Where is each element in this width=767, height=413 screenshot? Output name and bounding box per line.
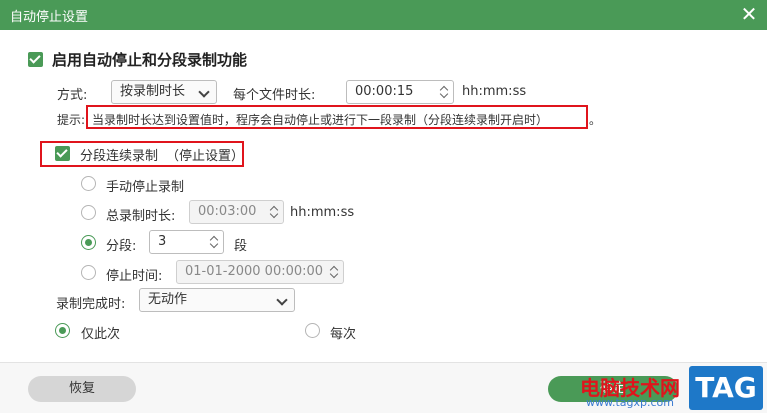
total-duration-value: 00:03:00 [198, 204, 257, 219]
file-duration-label: 每个文件时长: [233, 88, 316, 103]
segment-label: 分段连续录制 [80, 149, 159, 164]
on-complete-value: 无动作 [148, 292, 188, 307]
file-duration-unit: hh:mm:ss [462, 84, 527, 99]
window-title: 自动停止设置 [10, 10, 89, 25]
watermark-tag-logo: TAG [689, 366, 763, 410]
close-icon[interactable]: ✕ [739, 3, 759, 25]
hint-text: 当录制时长达到设置值时，程序会自动停止或进行下一段录制（分段连续录制开启时） [92, 113, 549, 127]
every-radio[interactable] [305, 323, 320, 338]
mode-select-value: 按录制时长 [120, 84, 186, 99]
stop-time-value: 01-01-2000 00:00:00 [185, 264, 324, 279]
segments-label: 分段: [106, 239, 137, 254]
watermark-url: www.tagxp.com [586, 396, 674, 409]
segments-input[interactable]: 3 [149, 230, 224, 254]
segments-unit: 段 [234, 239, 248, 254]
mode-select[interactable]: 按录制时长 [111, 80, 217, 104]
total-duration-radio[interactable] [81, 205, 96, 220]
total-duration-input[interactable]: 00:03:00 [189, 200, 284, 224]
reset-button[interactable]: 恢复 [28, 376, 136, 402]
stop-time-label: 停止时间: [106, 269, 163, 284]
title-bar: 自动停止设置 ✕ [0, 0, 767, 30]
segment-note: （停止设置） [166, 149, 245, 164]
once-radio[interactable] [55, 323, 70, 338]
file-duration-value: 00:00:15 [355, 84, 414, 99]
mode-label: 方式: [57, 88, 88, 103]
on-complete-label: 录制完成时: [56, 297, 126, 312]
file-duration-input[interactable]: 00:00:15 [346, 80, 454, 104]
once-label: 仅此次 [81, 327, 121, 342]
every-label: 每次 [330, 327, 357, 342]
enable-label: 启用自动停止和分段录制功能 [52, 51, 248, 69]
stop-time-radio[interactable] [81, 265, 96, 280]
chevron-down-icon [276, 294, 288, 306]
hint-suffix: 。 [589, 113, 602, 127]
segments-value: 3 [158, 234, 167, 249]
total-duration-unit: hh:mm:ss [290, 205, 355, 220]
segments-radio[interactable] [81, 235, 96, 250]
total-duration-label: 总录制时长: [106, 209, 176, 224]
on-complete-select[interactable]: 无动作 [139, 288, 295, 312]
manual-stop-label: 手动停止录制 [106, 180, 185, 195]
enable-checkbox[interactable] [28, 52, 43, 67]
hint-prefix: 提示: [57, 113, 86, 127]
segment-checkbox[interactable] [55, 146, 70, 161]
stop-time-input[interactable]: 01-01-2000 00:00:00 [176, 260, 344, 284]
manual-stop-radio[interactable] [81, 176, 96, 191]
chevron-down-icon [198, 86, 210, 98]
